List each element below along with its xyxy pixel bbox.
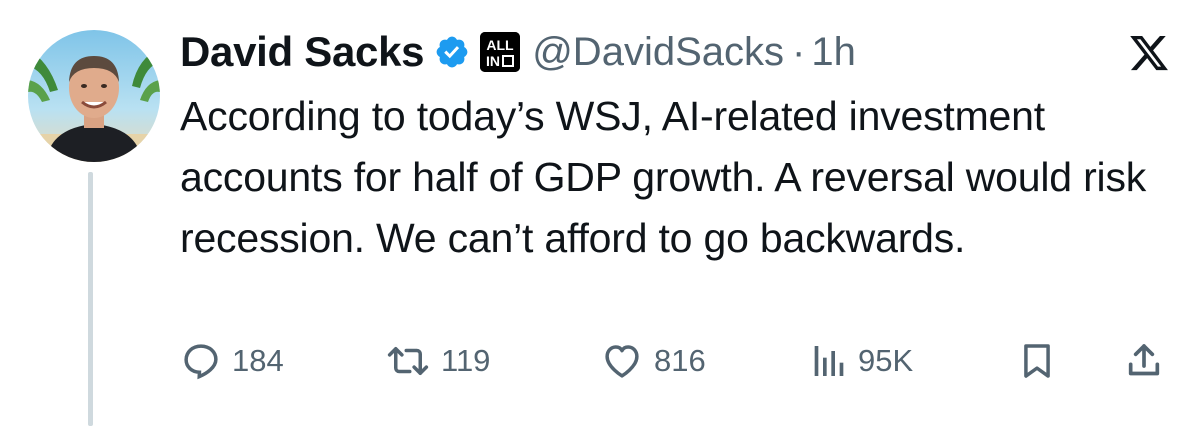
- bookmark-icon: [1024, 344, 1050, 378]
- heart-icon: [605, 345, 639, 378]
- tweet-header: David Sacks ALL IN @DavidSacks · 1h: [180, 24, 856, 80]
- share-icon: [1128, 344, 1160, 376]
- bookmark-button[interactable]: [1018, 336, 1056, 386]
- views-count: 95K: [858, 343, 914, 378]
- repost-count: 119: [441, 343, 491, 378]
- verified-badge-icon[interactable]: [434, 34, 470, 70]
- all-in-logo-icon: ALL IN: [480, 32, 521, 72]
- repost-button[interactable]: 119: [385, 336, 490, 386]
- like-count: 816: [654, 343, 706, 378]
- reply-count: 184: [232, 343, 284, 378]
- views-button[interactable]: 95K: [808, 336, 913, 386]
- views-chart-icon: [814, 346, 844, 376]
- separator-dot: ·: [792, 29, 806, 74]
- tweet-actions: 184 119 816 95K: [180, 336, 1170, 386]
- tweet-timestamp[interactable]: 1h: [811, 30, 856, 75]
- author-display-name[interactable]: David Sacks: [180, 28, 425, 76]
- author-handle[interactable]: @DavidSacks: [532, 30, 784, 75]
- reply-button[interactable]: 184: [180, 336, 284, 386]
- affiliate-badge[interactable]: ALL IN: [480, 32, 521, 72]
- svg-text:IN: IN: [486, 53, 500, 69]
- x-logo-icon: [1128, 32, 1170, 74]
- tweet-text: According to today’s WSJ, AI-related inv…: [180, 93, 1147, 261]
- reply-icon: [184, 344, 218, 380]
- repost-icon: [387, 347, 429, 375]
- avatar-image: [28, 30, 160, 162]
- avatar[interactable]: [28, 30, 160, 162]
- like-button[interactable]: 816: [600, 336, 706, 386]
- thread-line: [88, 172, 93, 426]
- tweet-card: David Sacks ALL IN @DavidSacks · 1h Acco…: [0, 0, 1200, 426]
- svg-text:ALL: ALL: [487, 37, 515, 53]
- share-button[interactable]: [1124, 336, 1164, 386]
